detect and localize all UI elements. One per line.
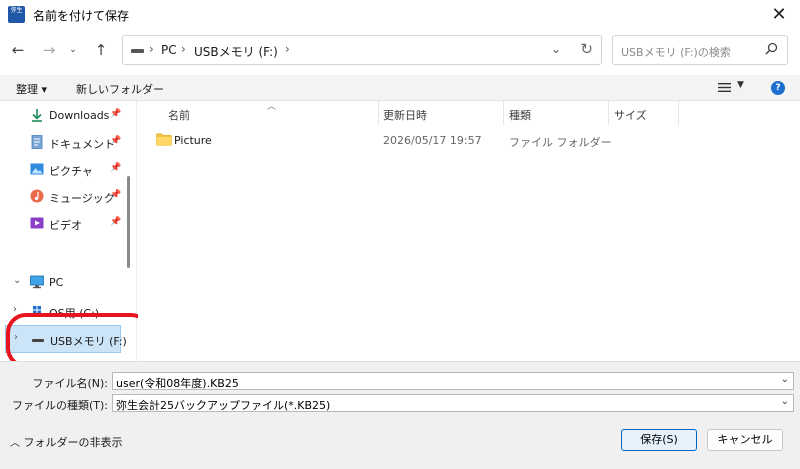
- sidebar-item-downloads[interactable]: Downloads 📌: [0, 102, 124, 129]
- chevron-down-icon[interactable]: ⌄: [13, 275, 21, 286]
- pin-icon[interactable]: 📌: [110, 109, 121, 119]
- download-icon: [32, 109, 42, 122]
- filename-label: ファイル名(N):: [32, 377, 108, 390]
- view-chevron-icon[interactable]: ▼: [737, 80, 744, 90]
- window-title: 名前を付けて保存: [33, 9, 130, 23]
- organize-menu[interactable]: 整理 ▾: [16, 81, 47, 97]
- view-options-icon[interactable]: [718, 82, 731, 93]
- column-divider[interactable]: [378, 101, 379, 125]
- sidebar-item-video[interactable]: ビデオ 📌: [0, 210, 124, 237]
- video-icon: [30, 217, 44, 229]
- file-list: ︿ 名前 更新日時 種類 サイズ Picture 2026/05/17 19:5…: [138, 101, 800, 361]
- command-bar: 整理 ▾ 新しいフォルダー ▼ ?: [0, 75, 800, 101]
- title-bar: 弥生 名前を付けて保存 ✕: [0, 0, 800, 30]
- breadcrumb-separator-icon[interactable]: ›: [181, 42, 186, 56]
- pin-icon[interactable]: 📌: [110, 163, 121, 173]
- file-row[interactable]: Picture 2026/05/17 19:57 ファイル フォルダー: [138, 128, 800, 152]
- file-name: Picture: [174, 134, 212, 147]
- new-folder-button[interactable]: 新しいフォルダー: [76, 81, 164, 97]
- save-button[interactable]: 保存(S): [621, 429, 697, 451]
- help-icon[interactable]: ?: [771, 81, 785, 95]
- filetype-value: 弥生会計25バックアップファイル(*.KB25): [116, 399, 331, 412]
- search-input[interactable]: USBメモリ (F:)の検索: [612, 35, 788, 65]
- pictures-icon: [30, 163, 44, 175]
- column-divider[interactable]: [678, 101, 679, 125]
- sidebar-item-label: ドキュメント: [49, 138, 115, 151]
- folder-icon: [156, 133, 172, 146]
- back-icon[interactable]: ←: [6, 38, 30, 62]
- column-header-name[interactable]: 名前: [168, 107, 190, 123]
- refresh-icon[interactable]: ↻: [580, 40, 593, 58]
- sidebar-item-documents[interactable]: ドキュメント 📌: [0, 129, 124, 156]
- column-header-modified[interactable]: 更新日時: [383, 107, 427, 123]
- sidebar-scrollbar[interactable]: [127, 176, 130, 268]
- breadcrumb-pc[interactable]: PC: [161, 43, 177, 57]
- up-folder-icon[interactable]: ↑: [89, 38, 113, 62]
- breadcrumb-separator-icon[interactable]: ›: [149, 42, 154, 56]
- document-icon: [31, 135, 43, 149]
- computer-icon: [30, 275, 44, 289]
- sort-ascending-icon: ︿: [267, 102, 277, 112]
- cancel-button[interactable]: キャンセル: [707, 429, 783, 451]
- file-type: ファイル フォルダー: [509, 136, 612, 149]
- red-highlight-circle: [6, 313, 151, 368]
- chevron-right-icon[interactable]: ›: [13, 304, 17, 315]
- filename-input[interactable]: user(令和08年度).KB25 ⌄: [112, 372, 794, 390]
- column-divider[interactable]: [608, 101, 609, 125]
- sidebar-item-label: PC: [49, 276, 64, 289]
- sidebar-item-pictures[interactable]: ピクチャ 📌: [0, 156, 124, 183]
- pin-icon[interactable]: 📌: [110, 190, 121, 200]
- hide-folders-label: フォルダーの非表示: [23, 436, 123, 449]
- file-modified: 2026/05/17 19:57: [383, 134, 482, 147]
- filename-value: user(令和08年度).KB25: [116, 377, 239, 390]
- search-placeholder: USBメモリ (F:)の検索: [621, 46, 731, 59]
- column-header-type[interactable]: 種類: [509, 107, 531, 123]
- column-divider[interactable]: [503, 101, 504, 125]
- sidebar-item-label: ミュージック: [49, 192, 115, 205]
- close-icon[interactable]: ✕: [766, 2, 792, 28]
- sidebar-item-label: ビデオ: [49, 219, 82, 232]
- sidebar-item-pc[interactable]: ⌄ PC: [0, 269, 124, 296]
- chevron-down-icon[interactable]: ⌄: [781, 396, 789, 407]
- sidebar-item-label: ピクチャ: [49, 165, 93, 178]
- chevron-down-icon[interactable]: ⌄: [781, 374, 789, 385]
- filetype-select[interactable]: 弥生会計25バックアップファイル(*.KB25) ⌄: [112, 394, 794, 412]
- breadcrumb-usb-drive[interactable]: USBメモリ (F:): [194, 43, 278, 60]
- forward-icon[interactable]: →: [37, 38, 61, 62]
- drive-icon: [131, 49, 144, 53]
- chevron-up-icon: ︿: [10, 438, 20, 449]
- column-header-size[interactable]: サイズ: [614, 107, 647, 123]
- filetype-label: ファイルの種類(T):: [11, 399, 108, 412]
- breadcrumb-separator-icon[interactable]: ›: [285, 42, 290, 56]
- hide-folders-toggle[interactable]: ︿ フォルダーの非表示: [10, 434, 123, 450]
- yayoi-app-icon: 弥生: [8, 6, 25, 23]
- music-icon: [30, 189, 44, 203]
- search-icon[interactable]: [763, 41, 779, 57]
- recent-locations-chevron-icon[interactable]: ⌄: [61, 38, 85, 62]
- address-history-chevron-icon[interactable]: ⌄: [551, 42, 561, 56]
- address-bar[interactable]: › PC › USBメモリ (F:) › ⌄ ↻: [122, 35, 602, 65]
- sidebar-item-label: Downloads: [49, 109, 110, 122]
- pin-icon[interactable]: 📌: [110, 136, 121, 146]
- sidebar-item-music[interactable]: ミュージック 📌: [0, 183, 124, 210]
- app-icon-text: 弥生: [10, 7, 23, 14]
- pin-icon[interactable]: 📌: [110, 217, 121, 227]
- save-options-panel: ファイル名(N): user(令和08年度).KB25 ⌄ ファイルの種類(T)…: [0, 361, 800, 469]
